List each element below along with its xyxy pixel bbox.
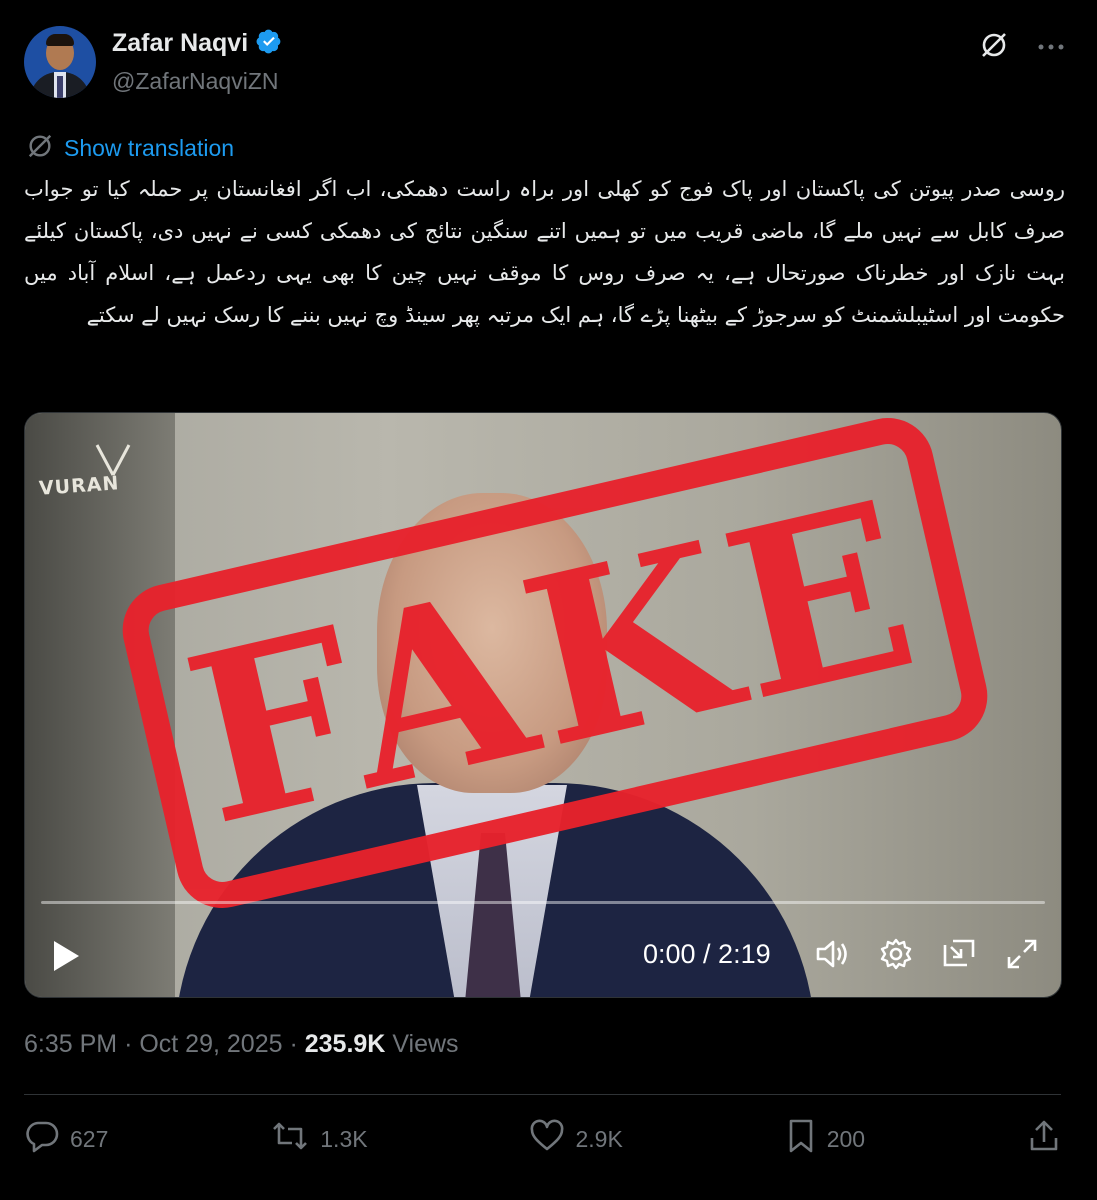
settings-gear-icon[interactable] [879,937,913,976]
author-name-row: Zafar Naqvi [112,28,282,59]
author-handle[interactable]: @ZafarNaqviZN [112,68,279,95]
picture-in-picture-icon[interactable] [941,937,977,976]
share-button[interactable] [1027,1118,1061,1160]
play-icon[interactable] [51,939,81,978]
reply-count: 627 [70,1125,109,1152]
heart-icon [529,1119,565,1159]
tweet-date[interactable]: Oct 29, 2025 [139,1030,282,1058]
meta-separator: · [289,1030,298,1058]
reply-icon [24,1119,60,1159]
video-controls: 0:00 / 2:19 [25,933,1061,981]
video-player[interactable]: VURAN FAKE 0:00 / 2:19 [24,412,1062,998]
tweet-text: روسی صدر پیوتن کی پاکستان اور پاک فوج کو… [24,177,1065,327]
divider [24,1094,1061,1095]
show-translation-label: Show translation [64,135,235,161]
views-label: Views [392,1030,459,1058]
video-time: 0:00 / 2:19 [643,939,771,969]
video-progress-bar[interactable] [41,901,1045,904]
fullscreen-icon[interactable] [1005,937,1039,976]
repost-button[interactable]: 1.3K [270,1119,368,1159]
more-icon[interactable] [1037,39,1065,57]
grok-translate-icon [26,132,54,165]
views-count: 235.9K [304,1030,386,1058]
grok-icon[interactable] [979,30,1009,65]
volume-icon[interactable] [815,937,851,976]
meta-separator: · [124,1030,133,1058]
verified-badge-icon [256,28,282,59]
bookmark-button[interactable]: 200 [785,1118,865,1160]
show-translation-link[interactable]: Show translation [26,132,234,165]
tweet-meta: 6:35 PM · Oct 29, 2025 · 235.9K Views [24,1030,459,1059]
tweet-actions: 627 1.3K 2.9K 200 [24,1116,1061,1162]
like-button[interactable]: 2.9K [529,1119,623,1159]
author-display-name[interactable]: Zafar Naqvi [112,29,248,58]
tweet-header: Zafar Naqvi @ZafarNaqviZN [24,24,1073,104]
avatar[interactable] [24,26,96,98]
header-actions [979,30,1065,65]
tweet-time[interactable]: 6:35 PM [24,1030,117,1058]
bookmark-icon [785,1118,817,1160]
reply-button[interactable]: 627 [24,1119,108,1159]
repost-count: 1.3K [320,1125,368,1152]
video-control-icons [815,937,1039,976]
fake-stamp-text: FAKE [166,448,944,878]
repost-icon [270,1119,310,1159]
like-count: 2.9K [575,1125,623,1152]
bookmark-count: 200 [826,1125,866,1152]
share-icon [1027,1118,1061,1160]
